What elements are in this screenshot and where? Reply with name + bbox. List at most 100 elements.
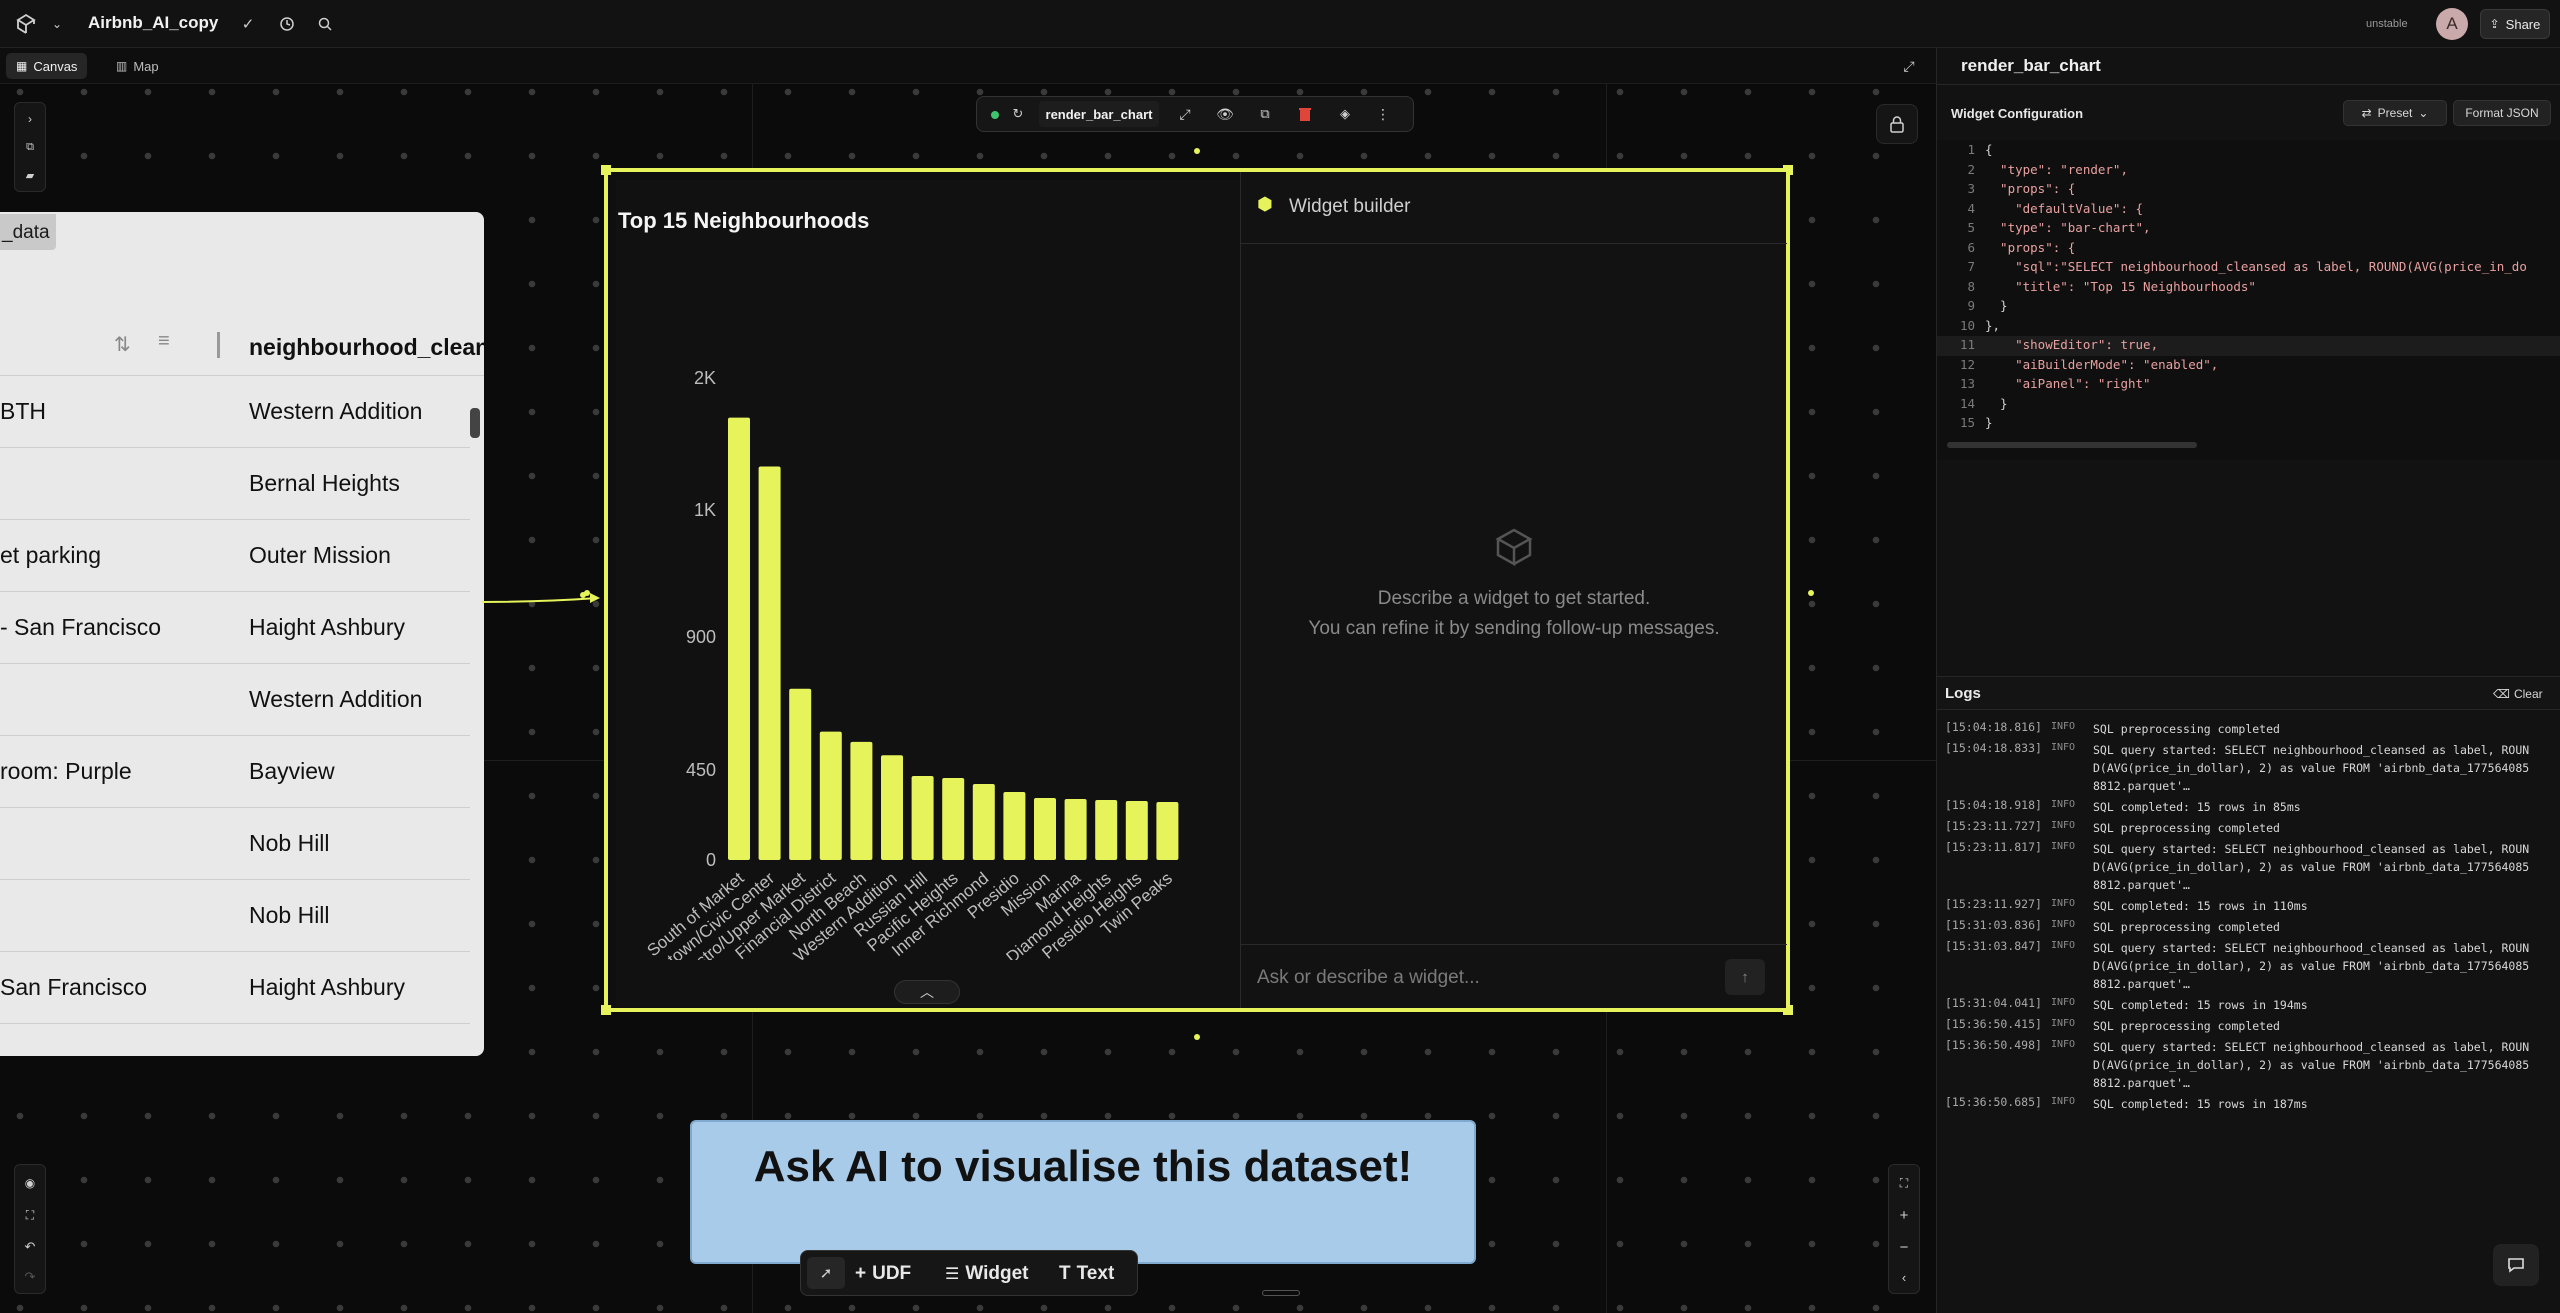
tab-canvas[interactable]: ▦ Canvas <box>6 53 88 79</box>
tab-map[interactable]: ▥ Map <box>106 53 169 79</box>
bar[interactable] <box>1034 798 1056 860</box>
share-button[interactable]: ⇪ Share <box>2480 9 2550 39</box>
bar[interactable] <box>819 731 842 860</box>
copy-icon[interactable]: ⧉ <box>1253 103 1277 125</box>
pointer-tool[interactable]: ➚ <box>807 1257 845 1289</box>
layers-icon[interactable]: ⧉ <box>15 135 45 159</box>
camera-icon[interactable]: ◉ <box>15 1171 45 1195</box>
avatar[interactable]: A <box>2436 8 2468 40</box>
app-logo-icon[interactable] <box>14 12 38 36</box>
bar[interactable] <box>728 417 750 860</box>
table-row[interactable]: BTH Western Addition <box>0 376 470 448</box>
bar-chart-widget[interactable]: Top 15 Neighbourhoods 2K 1K 900 450 0 South o… <box>584 165 1814 1015</box>
fit-view-icon[interactable]: ⛶ <box>1889 1171 1919 1195</box>
tab-canvas-label: Canvas <box>33 58 78 74</box>
clear-logs-button[interactable]: ⌫ Clear <box>2493 687 2543 701</box>
table-row[interactable]: et parking Outer Mission <box>0 520 470 592</box>
more-options-icon[interactable]: ⋮ <box>1371 103 1395 125</box>
table-row[interactable]: San Francisco Haight Ashbury <box>0 952 470 1024</box>
search-icon[interactable] <box>314 12 336 36</box>
table-row[interactable]: Western Addition <box>0 664 470 736</box>
filter-icon[interactable]: ≡ <box>158 330 170 353</box>
frame-icon[interactable]: ⛶ <box>15 1203 45 1227</box>
project-name[interactable]: Airbnb_AI_copy <box>88 13 218 33</box>
undo-icon[interactable]: ↶ <box>15 1235 45 1259</box>
table-card[interactable]: _data ⇅ ≡ neighbourhood_clean BTH Western… <box>0 212 484 1056</box>
canvas[interactable]: › ⧉ ▰ _data ⇅ ≡ neighbourhood_clean BTH W… <box>0 84 1936 1313</box>
bar[interactable] <box>1156 802 1179 860</box>
code-line: 13 "aiPanel": "right" <box>1945 376 2151 396</box>
fullscreen-icon[interactable]: ⤢ <box>1173 103 1197 125</box>
config-label: Widget Configuration <box>1951 106 2084 121</box>
log-message: SQL query started: SELECT neighbourhood_… <box>2093 1040 2530 1090</box>
log-message: SQL query started: SELECT neighbourhood_… <box>2093 941 2530 991</box>
widget-name-chip[interactable]: render_bar_chart <box>1039 101 1159 127</box>
delete-icon[interactable] <box>1293 103 1317 125</box>
resize-handle-bl[interactable] <box>601 1005 611 1015</box>
chevron-right-icon[interactable]: › <box>15 107 45 131</box>
zoom-out-icon[interactable]: − <box>1889 1235 1919 1259</box>
sort-icon[interactable]: ⇅ <box>114 332 131 357</box>
bar[interactable] <box>758 466 781 860</box>
table-row[interactable]: Nob Hill <box>0 880 470 952</box>
code-line: 3 "props": { <box>1945 181 2075 201</box>
resize-handle-top[interactable] <box>1194 148 1200 154</box>
log-entry: [15:31:03.836] INFO SQL preprocessing comp… <box>1945 918 2545 936</box>
format-json-button[interactable]: Format JSON <box>2453 100 2551 126</box>
chevron-down-icon[interactable]: ⌄ <box>48 14 66 34</box>
cell-neighbourhood: Nob Hill <box>249 902 330 928</box>
bar[interactable] <box>1095 800 1118 860</box>
column-header-neighbourhood[interactable]: neighbourhood_clean <box>249 334 484 361</box>
bar[interactable] <box>881 755 903 860</box>
map-icon: ▥ <box>116 59 128 73</box>
editor-scrollbar[interactable] <box>1947 442 2197 448</box>
chevron-left-icon[interactable]: ‹ <box>1889 1265 1919 1289</box>
builder-input[interactable]: Ask or describe a widget... <box>1257 967 1697 989</box>
refresh-icon[interactable]: ↻ <box>1007 103 1029 125</box>
json-editor[interactable]: 1{2 "type": "render", 3 "props": {4 "defa… <box>1937 140 2560 460</box>
expand-icon[interactable]: ⤢ <box>1898 56 1920 76</box>
preset-button[interactable]: ⇄ Preset ⌄ <box>2343 100 2447 126</box>
table-scrollbar[interactable] <box>470 408 480 438</box>
folder-icon[interactable]: ▰ <box>15 163 45 187</box>
log-message: SQL completed: 15 rows in 110ms <box>2093 899 2308 913</box>
zoom-in-icon[interactable]: + <box>1889 1203 1919 1227</box>
table-row[interactable]: Nob Hill <box>0 808 470 880</box>
drawer-handle[interactable] <box>1262 1290 1300 1296</box>
history-icon[interactable] <box>276 12 298 36</box>
bar[interactable] <box>850 741 873 860</box>
table-row[interactable]: room: Purple Bayview <box>0 736 470 808</box>
code-text: "defaultValue": { <box>1985 200 2144 216</box>
resize-handle-right[interactable] <box>1808 590 1814 596</box>
resize-handle-tl[interactable] <box>601 165 611 175</box>
column-divider <box>217 332 220 358</box>
panel-divider <box>1937 84 2560 85</box>
widget-tool[interactable]: ☰ Widget <box>945 1259 1029 1289</box>
resize-handle-left[interactable] <box>584 590 590 596</box>
collapse-chevron-icon[interactable]: ︿ <box>894 980 960 1004</box>
bar[interactable] <box>1125 801 1148 860</box>
code-line: 4 "defaultValue": { <box>1945 201 2143 221</box>
resize-handle-bottom[interactable] <box>1194 1034 1200 1040</box>
chat-button[interactable] <box>2493 1244 2539 1286</box>
bar[interactable] <box>942 778 965 860</box>
status-badge: unstable <box>2366 18 2408 30</box>
bar[interactable] <box>911 776 934 860</box>
code-line: 1{ <box>1945 142 1992 162</box>
send-button[interactable]: ↑ <box>1725 959 1765 995</box>
text-tool[interactable]: T Text <box>1059 1259 1114 1289</box>
lock-button[interactable] <box>1876 104 1918 144</box>
log-timestamp: [15:23:11.817] <box>1945 840 2042 854</box>
table-row[interactable]: Bernal Heights <box>0 448 470 520</box>
eye-icon[interactable]: 👁 <box>1213 103 1237 125</box>
redo-icon[interactable]: ↷ <box>15 1265 45 1289</box>
bar[interactable] <box>1064 799 1087 860</box>
log-level: INFO <box>2051 940 2076 951</box>
bar[interactable] <box>789 688 812 860</box>
ai-banner-note[interactable]: Ask AI to visualise this dataset! <box>690 1120 1476 1264</box>
table-row[interactable]: - San Francisco Haight Ashbury <box>0 592 470 664</box>
layers-stack-icon[interactable]: ◈ <box>1333 103 1357 125</box>
udf-tool[interactable]: + UDF <box>855 1259 911 1289</box>
bar[interactable] <box>972 784 995 860</box>
bar[interactable] <box>1003 792 1026 860</box>
